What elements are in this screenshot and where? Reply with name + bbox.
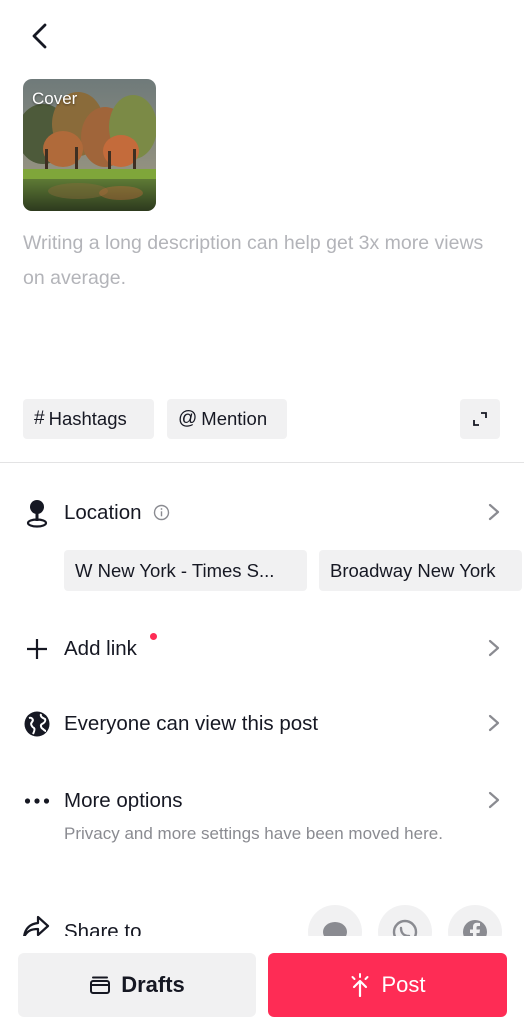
share-facebook-button[interactable] (448, 905, 502, 936)
message-icon (323, 922, 347, 936)
bottom-action-bar: Drafts Post (0, 936, 524, 1024)
location-row[interactable]: Location (0, 490, 524, 534)
chevron-right-icon (488, 639, 500, 657)
expand-button[interactable] (460, 399, 500, 439)
hashtags-button[interactable]: # Hashtags (23, 399, 154, 439)
globe-icon (24, 711, 50, 737)
whatsapp-icon (392, 919, 418, 936)
description-input[interactable]: Writing a long description can help get … (23, 226, 493, 296)
share-whatsapp-button[interactable] (378, 905, 432, 936)
share-to-label: Share to (64, 920, 142, 936)
post-label: Post (381, 972, 426, 997)
post-spark-icon (351, 973, 369, 997)
share-arrow-icon (23, 915, 50, 936)
drafts-label: Drafts (121, 972, 185, 997)
privacy-label: Everyone can view this post (64, 712, 319, 735)
more-options-label: More options (64, 789, 183, 812)
cover-label: Cover (32, 89, 78, 108)
drafts-button[interactable]: Drafts (18, 953, 256, 1017)
chevron-right-icon (488, 503, 500, 521)
hashtags-label: Hashtags (48, 408, 127, 429)
hashtag-icon: # (34, 408, 45, 429)
back-button[interactable] (22, 18, 58, 54)
location-pin-icon (26, 500, 48, 528)
at-icon: @ (178, 408, 198, 429)
mention-button[interactable]: @ Mention (167, 399, 287, 439)
mention-label: Mention (201, 408, 268, 429)
new-badge-dot (150, 633, 157, 640)
location-suggestion[interactable]: Broadway New York (319, 550, 522, 591)
chevron-right-icon (488, 791, 500, 809)
chevron-left-icon (32, 23, 47, 49)
share-to-row: Share to (0, 900, 524, 936)
facebook-icon (463, 920, 487, 936)
section-divider (0, 462, 524, 463)
add-link-label: Add link (64, 637, 137, 660)
location-suggestion[interactable]: W New York - Times S... (64, 550, 307, 591)
info-icon[interactable] (153, 504, 170, 521)
plus-icon (27, 639, 47, 659)
post-button[interactable]: Post (268, 953, 507, 1017)
drafts-icon (90, 976, 111, 994)
cover-thumbnail[interactable]: Cover (23, 79, 156, 211)
expand-icon (473, 412, 487, 426)
location-label: Location (64, 501, 142, 524)
share-message-button[interactable] (308, 905, 362, 936)
more-options-row[interactable]: More options (0, 778, 524, 822)
more-dots-icon (24, 798, 50, 804)
chevron-right-icon (488, 714, 500, 732)
privacy-row[interactable]: Everyone can view this post (0, 701, 524, 745)
more-options-subtitle: Privacy and more settings have been move… (64, 824, 443, 843)
add-link-row[interactable]: Add link (0, 626, 524, 670)
